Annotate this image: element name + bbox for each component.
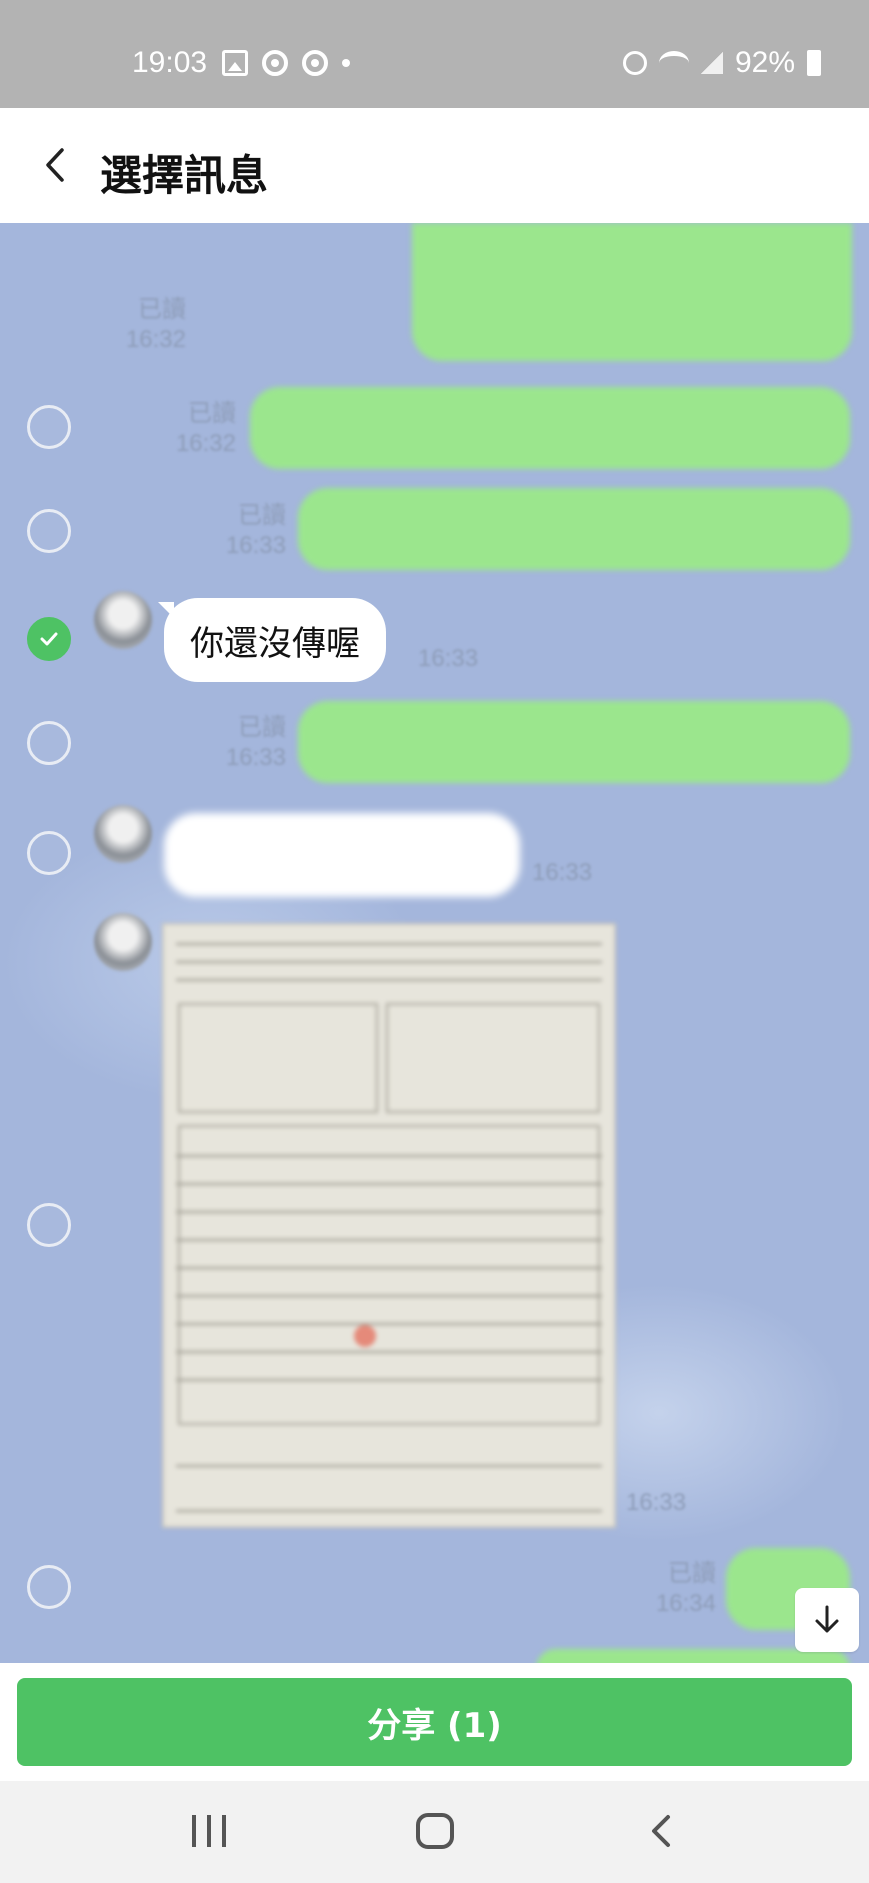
select-circle[interactable] <box>27 509 71 553</box>
message-meta: 已讀 16:33 <box>190 501 286 561</box>
share-button[interactable]: 分享 (1) <box>17 1678 852 1766</box>
signal-icon <box>700 52 723 74</box>
notification-icons <box>222 50 350 76</box>
chrome-icon <box>262 50 288 76</box>
wifi-icon <box>658 51 689 75</box>
avatar <box>94 591 152 649</box>
read-status: 已讀 <box>238 502 286 529</box>
read-status: 已讀 <box>138 296 186 323</box>
message-time: 16:33 <box>225 744 286 771</box>
header: 選擇訊息 <box>0 108 869 223</box>
message-time: 16:33 <box>225 532 286 559</box>
select-circle[interactable] <box>27 405 71 449</box>
message-time: 16:33 <box>626 1489 687 1516</box>
gallery-icon <box>222 50 248 76</box>
select-circle[interactable] <box>27 721 71 765</box>
message-meta: 已讀 16:32 <box>140 399 236 459</box>
battery-percent: 92% <box>734 46 795 79</box>
page-title: 選擇訊息 <box>100 151 269 200</box>
back-icon[interactable] <box>646 1811 676 1851</box>
arrow-down-icon <box>815 1605 839 1633</box>
checkmark-icon <box>40 632 58 646</box>
avatar <box>94 913 152 971</box>
message-meta: 已讀 16:32 <box>90 295 186 355</box>
incoming-message-bubble: 你還沒傳喔 <box>158 598 386 682</box>
incoming-message-bubble <box>164 813 520 897</box>
scroll-to-bottom-button[interactable] <box>795 1588 859 1652</box>
outgoing-message-bubble <box>250 387 850 469</box>
outgoing-message-bubble <box>298 488 850 570</box>
message-time: 16:32 <box>125 326 186 353</box>
outgoing-message-bubble <box>412 223 852 361</box>
status-bar: 19:03 92% <box>0 0 869 108</box>
footer: 分享 (1) <box>0 1663 869 1781</box>
read-status: 已讀 <box>188 400 236 427</box>
message-time: 16:33 <box>532 859 593 886</box>
system-icons: 92% <box>622 46 821 80</box>
recent-apps-icon[interactable] <box>192 1815 226 1849</box>
message-time: 16:33 <box>418 645 479 672</box>
message-time: 16:32 <box>175 430 236 457</box>
message-time: 16:34 <box>655 1590 716 1617</box>
outgoing-message-bubble <box>298 701 850 783</box>
message-text: 你還沒傳喔 <box>190 623 360 664</box>
message-meta: 已讀 16:34 <box>620 1559 716 1619</box>
dot-icon <box>342 59 350 67</box>
status-time: 19:03 <box>132 46 208 79</box>
read-status: 已讀 <box>238 714 286 741</box>
shared-document-image <box>162 923 616 1528</box>
chrome-icon <box>302 50 328 76</box>
select-circle[interactable] <box>27 831 71 875</box>
select-circle[interactable] <box>27 1203 71 1247</box>
read-status: 已讀 <box>668 1560 716 1587</box>
chevron-left-icon <box>46 148 64 182</box>
chat-area[interactable]: 已讀 16:32 已讀 16:32 已讀 16:33 你還沒傳喔 16:33 已… <box>0 223 869 1663</box>
avatar <box>94 805 152 863</box>
battery-icon <box>807 50 821 76</box>
message-meta: 已讀 16:33 <box>190 713 286 773</box>
system-navigation-bar <box>0 1781 869 1883</box>
select-circle-checked[interactable] <box>27 617 71 661</box>
alarm-icon <box>622 51 647 75</box>
back-button[interactable] <box>34 142 80 188</box>
select-circle[interactable] <box>27 1565 71 1609</box>
home-icon[interactable] <box>416 1813 454 1849</box>
